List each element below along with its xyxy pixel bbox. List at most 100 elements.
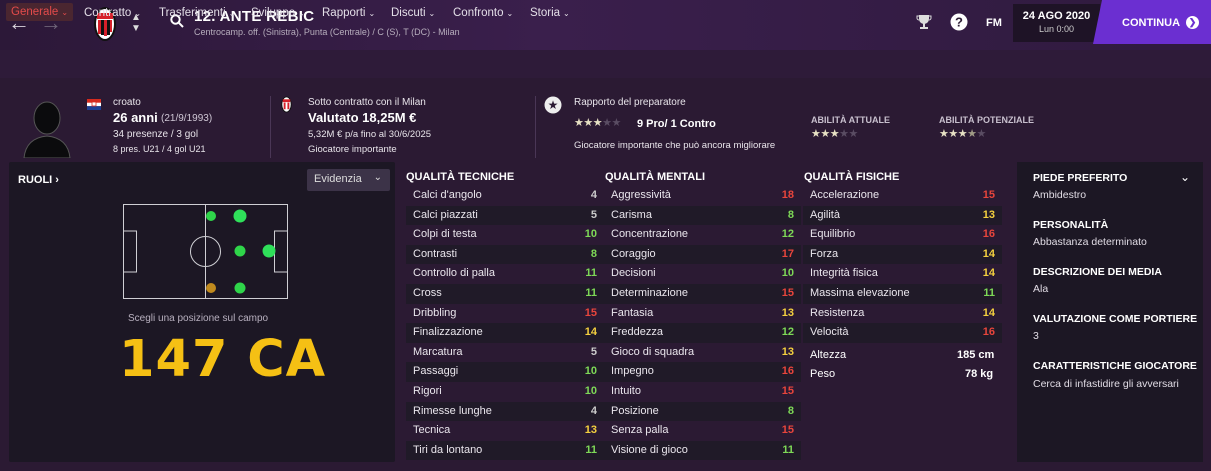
attribute-name: Calci d'angolo xyxy=(413,189,482,201)
choose-position-hint: Scegli una posizione sul campo xyxy=(128,313,269,324)
attribute-row[interactable]: Posizione 8 xyxy=(604,401,801,422)
position-dot[interactable] xyxy=(234,282,246,294)
attribute-row[interactable]: Contrasti 8 xyxy=(406,244,604,265)
attribute-row[interactable]: Dribbling 15 xyxy=(406,304,604,324)
divider xyxy=(535,96,536,158)
preferred-foot-label: PIEDE PREFERITO xyxy=(1033,172,1128,184)
attribute-row[interactable]: Resistenza 14 xyxy=(803,304,1002,324)
attribute-row[interactable]: Accelerazione 15 xyxy=(803,186,1002,206)
tab-generale[interactable]: Generale ⌄ xyxy=(6,3,74,21)
trophy-icon[interactable] xyxy=(916,13,932,31)
attribute-row[interactable]: Finalizzazione 14 xyxy=(406,323,604,343)
attribute-row[interactable]: Controllo di palla 11 xyxy=(406,264,604,284)
attribute-value: 13 xyxy=(781,345,794,358)
attribute-row[interactable]: Fantasia 13 xyxy=(604,304,801,324)
attribute-name: Calci piazzati xyxy=(413,208,478,221)
attribute-row[interactable]: Cross 11 xyxy=(406,284,604,304)
height-value: 185 cm xyxy=(957,349,995,361)
player-traits-label: CARATTERISTICHE GIOCATORE xyxy=(1033,360,1197,372)
tab-storia[interactable]: Storia ⌄ xyxy=(530,7,570,19)
goalkeeper-rating-value: 3 xyxy=(1033,330,1039,342)
attribute-row[interactable]: Determinazione 15 xyxy=(604,284,801,304)
highlight-dropdown[interactable]: Evidenzia ⌄ xyxy=(307,169,390,191)
attribute-value: 14 xyxy=(982,306,995,319)
club-crest-small-icon xyxy=(281,96,292,113)
position-dot[interactable] xyxy=(234,245,246,257)
attribute-value: 11 xyxy=(983,287,995,299)
attribute-row[interactable]: Agilità 13 xyxy=(803,205,1002,226)
attribute-row[interactable]: Senza palla 15 xyxy=(604,421,801,441)
attribute-value: 13 xyxy=(982,208,995,221)
goalkeeper-rating-label: VALUTAZIONE COME PORTIERE xyxy=(1033,313,1198,325)
attribute-name: Velocità xyxy=(810,326,849,339)
attribute-row[interactable]: Aggressività 18 xyxy=(604,186,801,206)
attribute-row[interactable]: Carisma 8 xyxy=(604,205,801,226)
position-dot[interactable] xyxy=(206,283,216,293)
attribute-row[interactable]: Calci piazzati 5 xyxy=(406,205,604,226)
tab-trasferimenti[interactable]: Trasferimenti ⌄ xyxy=(159,7,235,19)
attribute-name: Decisioni xyxy=(611,267,656,280)
attribute-value: 5 xyxy=(590,208,597,221)
tab-contratto[interactable]: Contratto ⌄ xyxy=(84,7,141,19)
attribute-name: Rigori xyxy=(413,385,442,397)
position-dot[interactable] xyxy=(262,244,276,258)
weight-label: Peso xyxy=(810,368,836,380)
position-dot[interactable] xyxy=(206,211,216,221)
attribute-row[interactable]: Concentrazione 12 xyxy=(604,225,801,245)
roles-header[interactable]: RUOLI › xyxy=(18,174,59,186)
attribute-row[interactable]: Gioco di squadra 13 xyxy=(604,343,801,363)
attribute-value: 18 xyxy=(781,189,794,201)
attribute-name: Gioco di squadra xyxy=(611,345,695,358)
attribute-row[interactable]: Marcatura 5 xyxy=(406,343,604,363)
help-icon[interactable]: ? xyxy=(950,13,968,31)
chevron-down-icon: ⌄ xyxy=(428,9,436,18)
attribute-row[interactable]: Rimesse lunghe 4 xyxy=(406,401,604,422)
pitch-diagram[interactable] xyxy=(123,204,288,299)
highlight-label: Evidenzia xyxy=(314,173,362,185)
attribute-row[interactable]: Forza 14 xyxy=(803,244,1002,265)
attribute-value: 4 xyxy=(590,404,597,417)
player-dob: (21/9/1993) xyxy=(161,113,213,124)
continue-button[interactable]: CONTINUA ❯ xyxy=(1093,0,1211,44)
attribute-row[interactable]: Tecnica 13 xyxy=(406,421,604,441)
coach-report-title[interactable]: Rapporto del preparatore xyxy=(574,97,686,108)
attribute-value: 11 xyxy=(585,267,597,280)
current-ability-stars: ★★★★★ xyxy=(811,128,858,140)
attribute-value: 11 xyxy=(585,287,597,299)
fm-logo[interactable]: FM xyxy=(986,17,1002,29)
attribute-name: Visione di gioco xyxy=(611,443,688,456)
attribute-row[interactable]: Passaggi 10 xyxy=(406,362,604,382)
tab-confronto[interactable]: Confronto ⌄ xyxy=(453,7,513,19)
chevron-down-icon: ⌄ xyxy=(563,9,570,18)
tab-sviluppo[interactable]: Sviluppo ⌄ xyxy=(251,7,305,19)
attribute-row[interactable]: Visione di gioco 11 xyxy=(604,440,801,461)
personality-value: Abbastanza determinato xyxy=(1033,236,1147,248)
attribute-name: Finalizzazione xyxy=(413,326,483,339)
attribute-row[interactable]: Rigori 10 xyxy=(406,382,604,402)
attribute-row[interactable]: Tiri da lontano 11 xyxy=(406,440,604,461)
attribute-row[interactable]: Impegno 16 xyxy=(604,362,801,382)
squad-status: Giocatore importante xyxy=(308,144,397,155)
attribute-row[interactable]: Integrità fisica 14 xyxy=(803,264,1002,284)
attribute-row[interactable]: Freddezza 12 xyxy=(604,323,801,343)
attribute-value: 5 xyxy=(590,345,597,358)
tab-rapporti[interactable]: Rapporti ⌄ xyxy=(322,7,375,19)
attribute-row[interactable]: Equilibrio 16 xyxy=(803,225,1002,245)
tab-discuti[interactable]: Discuti ⌄ xyxy=(391,7,435,19)
attribute-value: 8 xyxy=(590,247,597,260)
attribute-row[interactable]: Intuito 15 xyxy=(604,382,801,402)
svg-text:?: ? xyxy=(955,15,963,30)
croatia-flag-icon xyxy=(87,99,101,110)
chevron-down-icon[interactable]: ⌄ xyxy=(1180,170,1190,184)
attribute-row[interactable]: Decisioni 10 xyxy=(604,264,801,284)
attribute-row[interactable]: Calci d'angolo 4 xyxy=(406,186,604,206)
attribute-value: 15 xyxy=(982,189,995,201)
attribute-row[interactable]: Coraggio 17 xyxy=(604,244,801,265)
attribute-row[interactable]: Massima elevazione 11 xyxy=(803,284,1002,304)
attribute-name: Dribbling xyxy=(413,306,457,319)
attribute-row[interactable]: Velocità 16 xyxy=(803,323,1002,343)
tab-bar xyxy=(0,50,1211,78)
position-dot[interactable] xyxy=(233,209,247,223)
current-ability-value: 147 CA xyxy=(119,330,327,389)
attribute-row[interactable]: Colpi di testa 10 xyxy=(406,225,604,245)
